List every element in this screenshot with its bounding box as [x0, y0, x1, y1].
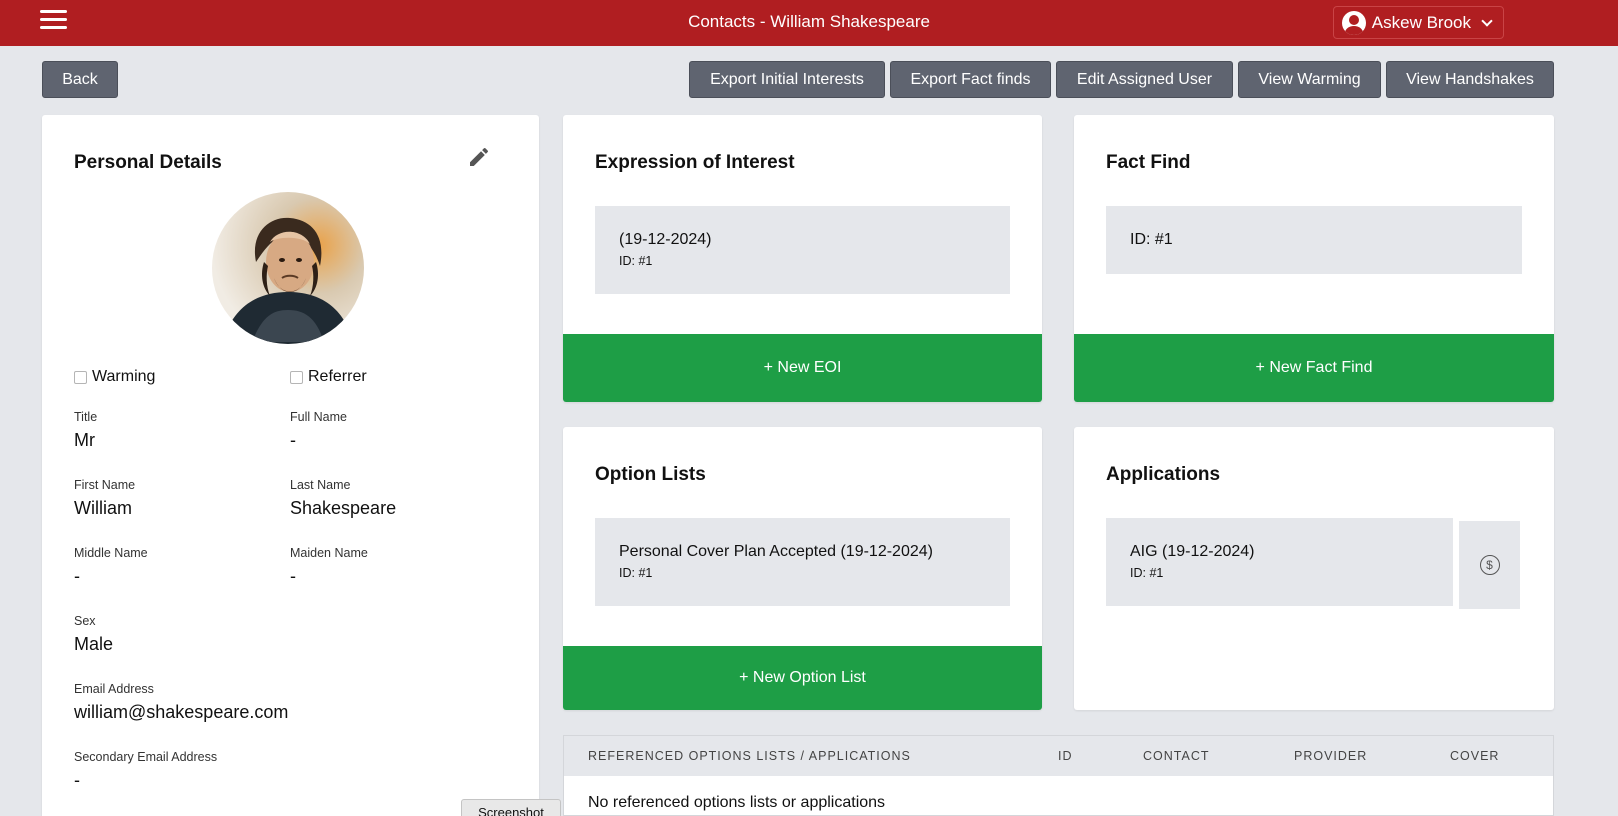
user-menu-button[interactable]: Askew Brook — [1332, 6, 1504, 39]
fact-find-title: Fact Find — [1106, 152, 1191, 173]
pencil-edit-icon[interactable] — [467, 145, 491, 169]
personal-details-title: Personal Details — [74, 152, 222, 173]
export-initial-interests-button[interactable]: Export Initial Interests — [689, 61, 885, 98]
eoi-list-item[interactable]: (19-12-2024) ID: #1 — [595, 206, 1010, 294]
application-item-title: AIG (19-12-2024) — [1130, 543, 1255, 560]
contact-portrait-image — [212, 192, 364, 344]
referenced-table: REFERENCED OPTIONS LISTS / APPLICATIONS … — [563, 735, 1554, 816]
maiden-name-value: - — [290, 566, 296, 586]
referrer-label: Referrer — [308, 368, 367, 385]
email-value: william@shakespeare.com — [74, 702, 289, 722]
application-list-item[interactable]: AIG (19-12-2024) ID: #1 — [1106, 518, 1453, 606]
expression-of-interest-card: Expression of Interest (19-12-2024) ID: … — [563, 115, 1042, 402]
referrer-checkbox[interactable] — [290, 370, 303, 384]
user-avatar-icon — [1341, 10, 1366, 35]
email-label: Email Address — [74, 682, 154, 696]
column-header-referenced: REFERENCED OPTIONS LISTS / APPLICATIONS — [588, 749, 911, 763]
table-empty-message: No referenced options lists or applicati… — [588, 794, 886, 811]
fact-find-list-item[interactable]: ID: #1 — [1106, 206, 1522, 274]
full-name-value: - — [290, 430, 296, 450]
top-bar: Contacts - William Shakespeare Askew Bro… — [0, 0, 1618, 46]
new-option-list-button[interactable]: + New Option List — [563, 646, 1042, 710]
full-name-label: Full Name — [290, 410, 347, 424]
table-header: REFERENCED OPTIONS LISTS / APPLICATIONS … — [564, 736, 1553, 776]
title-label: Title — [74, 410, 98, 424]
screenshot-tab[interactable]: Screenshot — [461, 799, 561, 816]
first-name-value: William — [74, 498, 132, 518]
applications-card: Applications AIG (19-12-2024) ID: #1 $ — [1074, 427, 1554, 710]
new-eoi-button[interactable]: + New EOI — [563, 334, 1042, 402]
application-item-id: ID: #1 — [1130, 566, 1164, 580]
column-header-provider: PROVIDER — [1294, 749, 1368, 763]
applications-title: Applications — [1106, 464, 1221, 485]
warming-checkbox[interactable] — [74, 370, 87, 384]
option-list-item[interactable]: Personal Cover Plan Accepted (19-12-2024… — [595, 518, 1010, 606]
secondary-email-label: Secondary Email Address — [74, 750, 218, 764]
option-lists-card: Option Lists Personal Cover Plan Accepte… — [563, 427, 1042, 710]
chevron-down-icon — [1481, 14, 1493, 27]
export-fact-finds-button[interactable]: Export Fact finds — [890, 61, 1051, 98]
last-name-value: Shakespeare — [290, 498, 397, 518]
middle-name-label: Middle Name — [74, 546, 148, 560]
column-header-contact: CONTACT — [1143, 749, 1210, 763]
last-name-label: Last Name — [290, 478, 351, 492]
eoi-title: Expression of Interest — [595, 152, 795, 173]
eoi-item-id: ID: #1 — [619, 254, 653, 268]
maiden-name-label: Maiden Name — [290, 546, 368, 560]
column-header-id: ID — [1058, 749, 1073, 763]
title-value: Mr — [74, 430, 95, 450]
fact-find-item-id: ID: #1 — [1130, 231, 1173, 248]
edit-assigned-user-button[interactable]: Edit Assigned User — [1056, 61, 1233, 98]
middle-name-value: - — [74, 566, 80, 586]
first-name-label: First Name — [74, 478, 136, 492]
option-list-item-id: ID: #1 — [619, 566, 653, 580]
view-handshakes-button[interactable]: View Handshakes — [1386, 61, 1554, 98]
option-list-item-title: Personal Cover Plan Accepted (19-12-2024… — [619, 543, 933, 560]
option-lists-title: Option Lists — [595, 464, 706, 485]
warming-checkbox-row[interactable]: Warming — [74, 368, 155, 386]
eoi-item-title: (19-12-2024) — [619, 231, 712, 248]
sex-label: Sex — [74, 614, 96, 628]
fact-find-card: Fact Find ID: #1 + New Fact Find — [1074, 115, 1554, 402]
warming-label: Warming — [92, 368, 156, 385]
column-header-cover: COVER — [1450, 749, 1500, 763]
sex-value: Male — [74, 634, 114, 654]
user-name: Askew Brook — [1371, 12, 1471, 32]
secondary-email-value: - — [74, 770, 80, 790]
back-button[interactable]: Back — [42, 61, 118, 98]
referrer-checkbox-row[interactable]: Referrer — [290, 368, 367, 386]
dollar-coin-icon: $ — [1479, 555, 1500, 575]
personal-details-card: Personal Details Warming Referrer Title … — [42, 115, 539, 816]
view-warming-button[interactable]: View Warming — [1238, 61, 1381, 98]
new-fact-find-button[interactable]: + New Fact Find — [1074, 334, 1554, 402]
application-payment-button[interactable]: $ — [1459, 521, 1520, 609]
